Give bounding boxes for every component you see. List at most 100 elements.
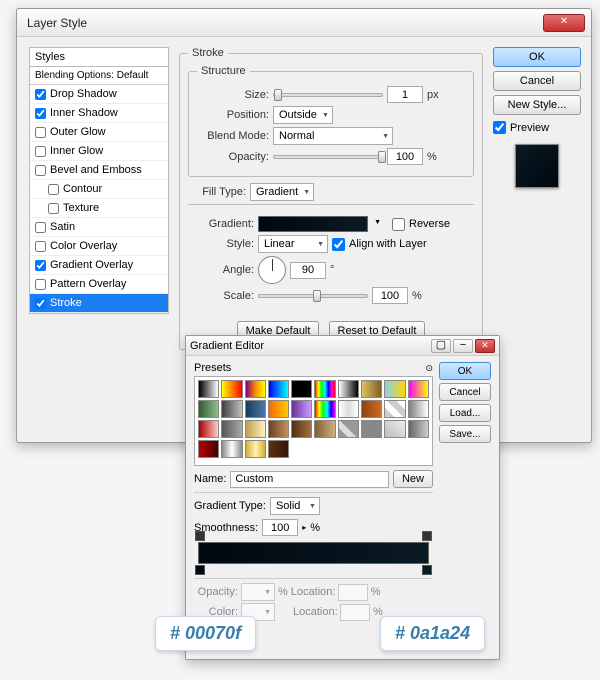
cancel-button[interactable]: Cancel bbox=[493, 71, 581, 91]
style-row-satin[interactable]: Satin bbox=[30, 218, 168, 237]
preset-swatch[interactable] bbox=[361, 380, 382, 398]
ge-cancel-button[interactable]: Cancel bbox=[439, 383, 491, 401]
preset-swatch[interactable] bbox=[338, 400, 359, 418]
preset-swatch[interactable] bbox=[408, 380, 429, 398]
angle-dial[interactable] bbox=[258, 256, 286, 284]
style-row-texture[interactable]: Texture bbox=[30, 199, 168, 218]
style-row-stroke[interactable]: Stroke bbox=[30, 294, 168, 313]
gradient-preview[interactable] bbox=[258, 216, 368, 232]
stop-location2-input[interactable] bbox=[340, 604, 370, 621]
blending-options-row[interactable]: Blending Options: Default bbox=[30, 67, 168, 85]
preset-swatch[interactable] bbox=[384, 420, 405, 438]
preset-swatch[interactable] bbox=[245, 440, 266, 458]
gradient-bar[interactable] bbox=[198, 542, 429, 564]
preset-swatch[interactable] bbox=[338, 380, 359, 398]
preset-swatch[interactable] bbox=[268, 440, 289, 458]
size-input[interactable] bbox=[387, 86, 423, 103]
preset-swatch[interactable] bbox=[221, 420, 242, 438]
preset-swatch[interactable] bbox=[198, 420, 219, 438]
presets-menu-icon[interactable]: ⊙ bbox=[425, 363, 433, 374]
style-checkbox[interactable] bbox=[48, 203, 59, 214]
position-dropdown[interactable]: Outside bbox=[273, 106, 333, 124]
color-stop-right[interactable] bbox=[422, 565, 432, 575]
opacity-stop-right[interactable] bbox=[422, 531, 432, 541]
ge-close-icon[interactable]: ✕ bbox=[475, 339, 495, 353]
angle-input[interactable] bbox=[290, 262, 326, 279]
titlebar[interactable]: Layer Style ✕ bbox=[17, 9, 591, 37]
scale-slider[interactable] bbox=[258, 294, 368, 298]
style-checkbox[interactable] bbox=[35, 89, 46, 100]
preset-swatch[interactable] bbox=[245, 420, 266, 438]
preset-swatch[interactable] bbox=[268, 420, 289, 438]
minimize-icon[interactable]: − bbox=[453, 339, 473, 353]
style-row-contour[interactable]: Contour bbox=[30, 180, 168, 199]
preset-swatch[interactable] bbox=[291, 380, 312, 398]
preset-swatch[interactable] bbox=[221, 380, 242, 398]
color-stop-left[interactable] bbox=[195, 565, 205, 575]
style-row-color-overlay[interactable]: Color Overlay bbox=[30, 237, 168, 256]
ge-window-icon[interactable]: ▢ bbox=[431, 339, 451, 353]
preset-swatch[interactable] bbox=[268, 380, 289, 398]
style-row-outer-glow[interactable]: Outer Glow bbox=[30, 123, 168, 142]
style-row-bevel-and-emboss[interactable]: Bevel and Emboss bbox=[30, 161, 168, 180]
style-checkbox[interactable] bbox=[35, 260, 46, 271]
gstyle-dropdown[interactable]: Linear bbox=[258, 235, 328, 253]
ge-save-button[interactable]: Save... bbox=[439, 425, 491, 443]
stop-location-input[interactable] bbox=[338, 584, 368, 601]
preset-swatch[interactable] bbox=[314, 420, 335, 438]
preset-swatch[interactable] bbox=[198, 380, 219, 398]
preset-swatch[interactable] bbox=[408, 420, 429, 438]
gtype-dropdown[interactable]: Solid bbox=[270, 497, 320, 515]
preset-swatch[interactable] bbox=[384, 400, 405, 418]
style-checkbox[interactable] bbox=[35, 298, 46, 309]
preset-swatch[interactable] bbox=[314, 400, 335, 418]
opacity-slider[interactable] bbox=[273, 155, 383, 159]
preset-swatch[interactable] bbox=[221, 400, 242, 418]
style-checkbox[interactable] bbox=[48, 184, 59, 195]
style-checkbox[interactable] bbox=[35, 279, 46, 290]
style-row-inner-shadow[interactable]: Inner Shadow bbox=[30, 104, 168, 123]
preset-swatch[interactable] bbox=[221, 440, 242, 458]
preset-swatch[interactable] bbox=[384, 380, 405, 398]
preview-checkbox[interactable] bbox=[493, 121, 506, 134]
style-checkbox[interactable] bbox=[35, 127, 46, 138]
ge-load-button[interactable]: Load... bbox=[439, 404, 491, 422]
opacity-input[interactable] bbox=[387, 148, 423, 165]
filltype-dropdown[interactable]: Gradient bbox=[250, 183, 314, 201]
style-checkbox[interactable] bbox=[35, 108, 46, 119]
preset-swatch[interactable] bbox=[245, 380, 266, 398]
close-icon[interactable]: ✕ bbox=[543, 14, 585, 32]
style-checkbox[interactable] bbox=[35, 222, 46, 233]
preset-swatch[interactable] bbox=[338, 420, 359, 438]
style-checkbox[interactable] bbox=[35, 241, 46, 252]
preset-swatch[interactable] bbox=[361, 400, 382, 418]
style-checkbox[interactable] bbox=[35, 146, 46, 157]
style-checkbox[interactable] bbox=[35, 165, 46, 176]
preset-swatch[interactable] bbox=[291, 420, 312, 438]
style-row-inner-glow[interactable]: Inner Glow bbox=[30, 142, 168, 161]
preset-swatch[interactable] bbox=[361, 420, 382, 438]
preset-swatch[interactable] bbox=[198, 440, 219, 458]
preset-swatch[interactable] bbox=[268, 400, 289, 418]
new-style-button[interactable]: New Style... bbox=[493, 95, 581, 115]
style-row-gradient-overlay[interactable]: Gradient Overlay bbox=[30, 256, 168, 275]
opacity-stop-left[interactable] bbox=[195, 531, 205, 541]
ge-ok-button[interactable]: OK bbox=[439, 362, 491, 380]
align-checkbox[interactable] bbox=[332, 238, 345, 251]
preset-swatch[interactable] bbox=[291, 400, 312, 418]
preset-swatch[interactable] bbox=[198, 400, 219, 418]
ge-titlebar[interactable]: Gradient Editor ▢ − ✕ bbox=[186, 336, 499, 356]
name-input[interactable] bbox=[230, 471, 389, 488]
ok-button[interactable]: OK bbox=[493, 47, 581, 67]
preset-swatch[interactable] bbox=[408, 400, 429, 418]
styles-header[interactable]: Styles bbox=[29, 47, 169, 67]
scale-input[interactable] bbox=[372, 287, 408, 304]
preset-swatch[interactable] bbox=[314, 380, 335, 398]
size-slider[interactable] bbox=[273, 93, 383, 97]
reverse-checkbox[interactable] bbox=[392, 218, 405, 231]
smooth-input[interactable] bbox=[262, 519, 298, 536]
preset-swatch[interactable] bbox=[245, 400, 266, 418]
style-row-drop-shadow[interactable]: Drop Shadow bbox=[30, 85, 168, 104]
new-gradient-button[interactable]: New bbox=[393, 470, 433, 488]
blendmode-dropdown[interactable]: Normal bbox=[273, 127, 393, 145]
